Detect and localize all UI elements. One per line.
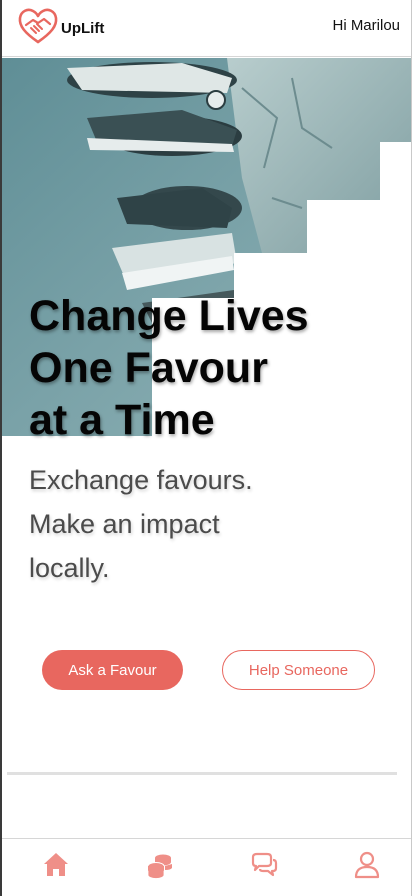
ask-favour-button[interactable]: Ask a Favour [42,650,183,690]
app-header: UpLift Hi Marilou [2,0,411,57]
brand-name: UpLift [61,19,105,37]
hero-subtitle-line: locally. [29,553,110,583]
hero-content: Change Lives One Favour at a Time Exchan… [29,290,389,590]
bottom-nav [2,838,411,896]
nav-profile[interactable] [351,851,383,883]
nav-home[interactable] [40,851,72,883]
brand-logo[interactable]: UpLift [17,6,104,51]
section-divider [7,772,397,775]
home-icon [41,850,71,885]
hero-headline-line: at a Time [29,396,215,444]
coins-icon [145,850,175,885]
nav-coins[interactable] [144,851,176,883]
hero-subtitle: Exchange favours. Make an impact locally… [29,458,299,590]
hero-subtitle-line: Make an impact [29,509,220,539]
user-greeting[interactable]: Hi Marilou [332,17,400,34]
nav-messages[interactable] [248,851,280,883]
hero-headline: Change Lives One Favour at a Time [29,290,389,446]
profile-icon [352,850,382,885]
handshake-heart-icon [17,6,59,51]
frame-border-left [0,0,2,896]
help-someone-button[interactable]: Help Someone [222,650,375,690]
chat-icon [249,850,279,885]
hero-headline-line: One Favour [29,344,268,392]
hero-subtitle-line: Exchange favours. [29,465,253,495]
hero-headline-line: Change Lives [29,292,309,340]
